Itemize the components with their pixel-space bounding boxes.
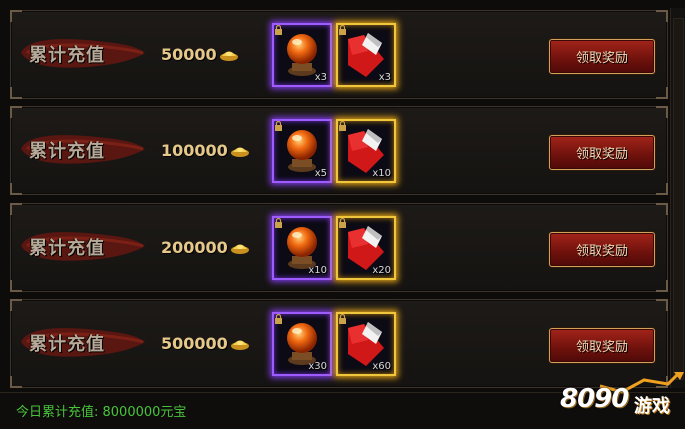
- amount-value: 50000: [161, 44, 217, 64]
- row-label: 累计充值: [29, 141, 105, 162]
- reward-item-orb[interactable]: x5: [272, 119, 332, 183]
- reward-row: 累计充值 200000 x10 x20 领取奖励: [10, 203, 668, 292]
- corner-ornament: [656, 183, 668, 195]
- reward-item-orb[interactable]: x30: [272, 312, 332, 376]
- corner-ornament: [10, 299, 22, 311]
- required-amount: 100000: [161, 138, 250, 162]
- item-quantity: x10: [372, 168, 391, 179]
- claim-reward-button[interactable]: 领取奖励: [549, 39, 655, 74]
- corner-ornament: [656, 280, 668, 292]
- lock-icon: [275, 314, 282, 324]
- corner-ornament: [10, 10, 22, 22]
- amount-value: 500000: [161, 333, 228, 353]
- item-quantity: x30: [308, 361, 327, 372]
- gold-ingot-icon: [230, 147, 249, 157]
- gold-ingot-icon: [219, 51, 238, 61]
- gold-ingot-icon: [230, 340, 249, 350]
- corner-ornament: [10, 183, 22, 195]
- reward-item-banner[interactable]: x10: [336, 119, 396, 183]
- item-quantity: x3: [378, 72, 391, 83]
- amount-value: 200000: [161, 237, 228, 257]
- item-quantity: x20: [372, 265, 391, 276]
- reward-row: 累计充值 50000 x3 x3 领取奖励: [10, 10, 668, 99]
- corner-ornament: [656, 106, 668, 118]
- lock-icon: [275, 25, 282, 35]
- reward-item-orb[interactable]: x10: [272, 216, 332, 280]
- row-label: 累计充值: [29, 334, 105, 355]
- reward-item-orb[interactable]: x3: [272, 23, 332, 87]
- row-label: 累计充值: [29, 45, 105, 66]
- reward-item-banner[interactable]: x20: [336, 216, 396, 280]
- reward-item-banner[interactable]: x3: [336, 23, 396, 87]
- lock-icon: [339, 121, 346, 131]
- cumulative-recharge-tag: 累计充值: [17, 322, 147, 362]
- item-quantity: x3: [314, 72, 327, 83]
- corner-ornament: [656, 203, 668, 215]
- corner-ornament: [10, 106, 22, 118]
- item-quantity: x60: [372, 361, 391, 372]
- claim-reward-button[interactable]: 领取奖励: [549, 328, 655, 363]
- scrollbar-thumb[interactable]: [673, 18, 684, 380]
- row-label: 累计充值: [29, 238, 105, 259]
- cumulative-recharge-tag: 累计充值: [17, 226, 147, 266]
- corner-ornament: [10, 87, 22, 99]
- cumulative-recharge-tag: 累计充值: [17, 129, 147, 169]
- item-quantity: x5: [314, 168, 327, 179]
- lock-icon: [275, 218, 282, 228]
- corner-ornament: [656, 10, 668, 22]
- corner-ornament: [656, 299, 668, 311]
- scrollbar[interactable]: [670, 8, 685, 388]
- lock-icon: [339, 314, 346, 324]
- cumulative-recharge-tag: 累计充值: [17, 33, 147, 73]
- lock-icon: [275, 121, 282, 131]
- reward-item-banner[interactable]: x60: [336, 312, 396, 376]
- corner-ornament: [656, 87, 668, 99]
- watermark-logo: 8090 游戏: [560, 372, 685, 428]
- required-amount: 500000: [161, 331, 250, 355]
- item-quantity: x10: [308, 265, 327, 276]
- claim-reward-button[interactable]: 领取奖励: [549, 232, 655, 267]
- logo-number: 8090: [560, 384, 629, 414]
- amount-value: 100000: [161, 140, 228, 160]
- corner-ornament: [10, 376, 22, 388]
- required-amount: 200000: [161, 235, 250, 259]
- reward-row: 累计充值 100000 x5 x10 领取奖励: [10, 106, 668, 195]
- claim-reward-button[interactable]: 领取奖励: [549, 135, 655, 170]
- corner-ornament: [10, 203, 22, 215]
- logo-text: 游戏: [634, 396, 670, 417]
- gold-ingot-icon: [230, 244, 249, 254]
- lock-icon: [339, 25, 346, 35]
- corner-ornament: [10, 280, 22, 292]
- lock-icon: [339, 218, 346, 228]
- required-amount: 50000: [161, 42, 239, 66]
- today-total-text: 今日累计充值: 8000000元宝: [16, 405, 187, 420]
